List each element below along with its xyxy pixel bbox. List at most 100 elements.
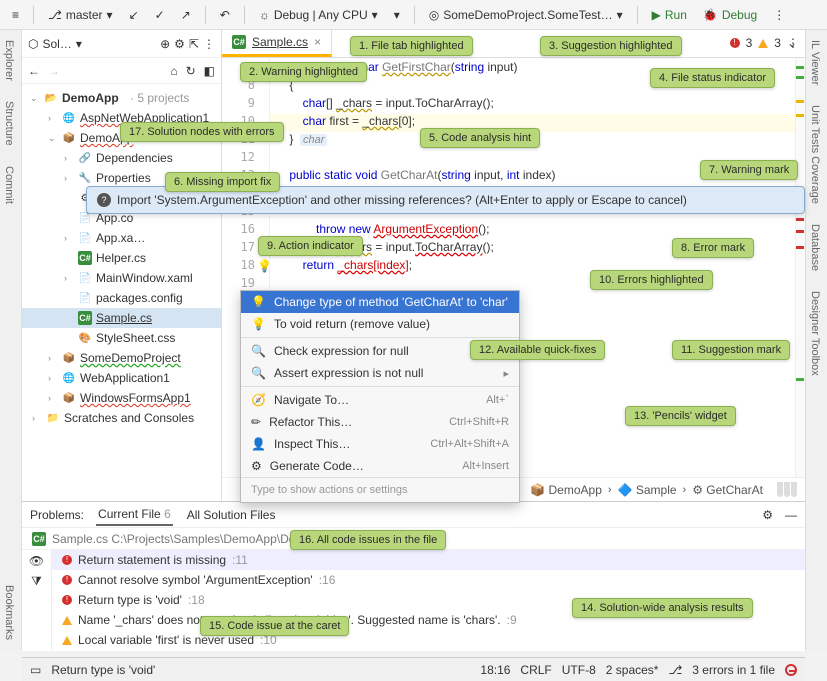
stripe-mark[interactable] <box>796 246 804 249</box>
filter-icon[interactable]: ⧩ <box>31 574 42 589</box>
annotation-callout: 8. Error mark <box>672 238 754 258</box>
settings-icon[interactable]: ⚙ <box>174 37 185 51</box>
sync-icon[interactable]: ↻ <box>186 64 196 78</box>
vcs-update-icon[interactable]: ↙ <box>123 6 145 24</box>
tree-node[interactable]: 📄packages.config <box>22 288 221 308</box>
breadcrumb-item[interactable]: ⚙ GetCharAt <box>692 483 763 497</box>
rail-structure[interactable]: Structure <box>0 91 18 156</box>
hide-icon[interactable]: — <box>785 508 797 522</box>
rail-bookmarks[interactable]: Bookmarks <box>0 575 18 650</box>
tree-node[interactable]: ›📄App.xa… <box>22 228 221 248</box>
tree-root[interactable]: ⌄ 📂 DemoApp · 5 projects <box>22 88 221 108</box>
node-label: packages.config <box>96 291 183 305</box>
error-icon: ! <box>730 38 740 48</box>
problem-row[interactable]: Local variable 'first' is never used:10 <box>52 630 805 650</box>
pencils-widget[interactable] <box>777 482 797 498</box>
stripe-mark[interactable] <box>796 114 804 117</box>
swea-indicator-icon[interactable] <box>785 664 797 676</box>
tree-node[interactable]: ›📄MainWindow.xaml <box>22 268 221 288</box>
close-tab-icon[interactable]: × <box>314 35 321 49</box>
tree-node[interactable]: ›📦SomeDemoProject <box>22 348 221 368</box>
stripe-mark[interactable] <box>796 230 804 233</box>
rail-commit[interactable]: Commit <box>0 156 18 214</box>
quickfix-item[interactable]: 👤Inspect This…Ctrl+Alt+Shift+A <box>241 433 519 455</box>
rail-explorer[interactable]: Explorer <box>0 30 18 91</box>
file-status-indicator[interactable]: !3 3 ⌄ <box>730 36 797 50</box>
problems-tab-all[interactable]: All Solution Files <box>185 505 278 525</box>
debug-button[interactable]: 🐞 Debug <box>697 6 763 24</box>
run-target[interactable]: ◎ SomeDemoProject.SomeTest…▾ <box>423 6 629 24</box>
file-tab-sample[interactable]: C# Sample.cs × <box>222 30 332 57</box>
home-icon[interactable]: ⌂ <box>170 64 177 78</box>
status-git-icon[interactable]: ⎇ <box>668 663 682 677</box>
problem-row[interactable]: !Return statement is missing:11 <box>52 550 805 570</box>
more-icon[interactable]: ⋮ <box>203 37 215 51</box>
error-icon: ! <box>62 555 72 565</box>
tree-node[interactable]: 🎨StyleSheet.css <box>22 328 221 348</box>
add-icon[interactable]: ⊕ <box>160 37 170 51</box>
quickfix-item[interactable]: 💡To void return (remove value) <box>241 313 519 335</box>
tree-node[interactable]: ›📁Scratches and Consoles <box>22 408 221 428</box>
problem-row[interactable]: !Cannot resolve symbol 'ArgumentExceptio… <box>52 570 805 590</box>
action-bulb-icon[interactable]: 💡 <box>257 259 269 271</box>
problems-tab-current[interactable]: Current File 6 <box>96 504 173 526</box>
quickfix-item[interactable]: ✏Refactor This…Ctrl+Shift+R <box>241 411 519 433</box>
tree-node[interactable]: C#Sample.cs <box>22 308 221 328</box>
run-config[interactable]: ☼ Debug | Any CPU ▾ <box>253 6 384 24</box>
stripe-mark[interactable] <box>796 76 804 79</box>
quickfix-item[interactable]: 🧭Navigate To…Alt+` <box>241 389 519 411</box>
back-icon[interactable]: ← <box>28 64 40 78</box>
breadcrumb-item[interactable]: 🔷 Sample <box>618 483 677 497</box>
status-pos[interactable]: 18:16 <box>480 663 510 677</box>
status-swea[interactable]: 3 errors in 1 file <box>692 663 775 677</box>
status-indent[interactable]: 2 spaces* <box>606 663 659 677</box>
node-label: Scratches and Consoles <box>64 411 194 425</box>
status-encoding[interactable]: UTF-8 <box>562 663 596 677</box>
node-label: WebApplication1 <box>80 371 170 385</box>
rail-il-viewer[interactable]: IL Viewer <box>806 30 824 95</box>
status-line-sep[interactable]: CRLF <box>520 663 551 677</box>
run-button[interactable]: ▶ Run <box>646 6 693 24</box>
eye-icon[interactable]: 👁 <box>29 554 44 568</box>
tree-node[interactable]: ›🌐WebApplication1 <box>22 368 221 388</box>
tree-node[interactable]: ›📦WindowsFormsApp1 <box>22 388 221 408</box>
quickfix-item[interactable]: 💡Change type of method 'GetCharAt' to 'c… <box>241 291 519 313</box>
rail-designer[interactable]: Designer Toolbox <box>806 281 824 386</box>
rail-coverage[interactable]: Unit Tests Coverage <box>806 95 824 214</box>
stripe-mark[interactable] <box>796 100 804 103</box>
config-dropdown-icon[interactable]: ▾ <box>388 6 406 24</box>
warning-icon <box>62 616 72 625</box>
vcs-push-icon[interactable]: ↗ <box>175 6 197 24</box>
quickfix-item[interactable]: 🔍Assert expression is not null▸ <box>241 362 519 384</box>
menu-icon[interactable]: ≡ <box>6 6 25 24</box>
scope-icon[interactable]: ⬡ <box>28 37 38 51</box>
fwd-icon[interactable]: → <box>48 64 60 78</box>
undo-icon[interactable]: ↶ <box>214 6 236 24</box>
breadcrumb-item[interactable]: 📦 DemoApp <box>530 483 602 497</box>
error-stripe[interactable] <box>795 58 805 477</box>
quickfix-item[interactable]: ⚙Generate Code…Alt+Insert <box>241 455 519 477</box>
annotation-callout: 2. Warning highlighted <box>240 62 367 82</box>
collapse-icon[interactable]: ⇱ <box>189 37 199 51</box>
tree-node[interactable]: ›🔗Dependencies <box>22 148 221 168</box>
annotation-callout: 7. Warning mark <box>700 160 798 180</box>
right-tool-rail: IL Viewer Unit Tests Coverage Database D… <box>805 30 827 650</box>
vcs-commit-icon[interactable]: ✓ <box>149 6 171 24</box>
stripe-mark[interactable] <box>796 378 804 381</box>
node-icon: 📦 <box>62 351 76 365</box>
annotation-callout: 12. Available quick-fixes <box>470 340 605 360</box>
stripe-mark[interactable] <box>796 66 804 69</box>
stripe-mark[interactable] <box>796 218 804 221</box>
tree-node[interactable]: C#Helper.cs <box>22 248 221 268</box>
info-icon: ? <box>97 193 111 207</box>
show-all-icon[interactable]: ◧ <box>204 64 215 78</box>
more-icon[interactable]: ⋮ <box>767 6 791 24</box>
rail-database[interactable]: Database <box>806 214 824 281</box>
scope-label[interactable]: Sol… <box>42 37 71 51</box>
gear-icon[interactable]: ⚙ <box>762 508 773 522</box>
vcs-branch[interactable]: ⎇ master ▾ <box>42 6 119 24</box>
chevron-down-icon[interactable]: ⌄ <box>787 36 797 50</box>
annotation-callout: 9. Action indicator <box>258 236 363 256</box>
csharp-icon: C# <box>32 532 46 546</box>
node-label: WindowsFormsApp1 <box>80 391 191 405</box>
